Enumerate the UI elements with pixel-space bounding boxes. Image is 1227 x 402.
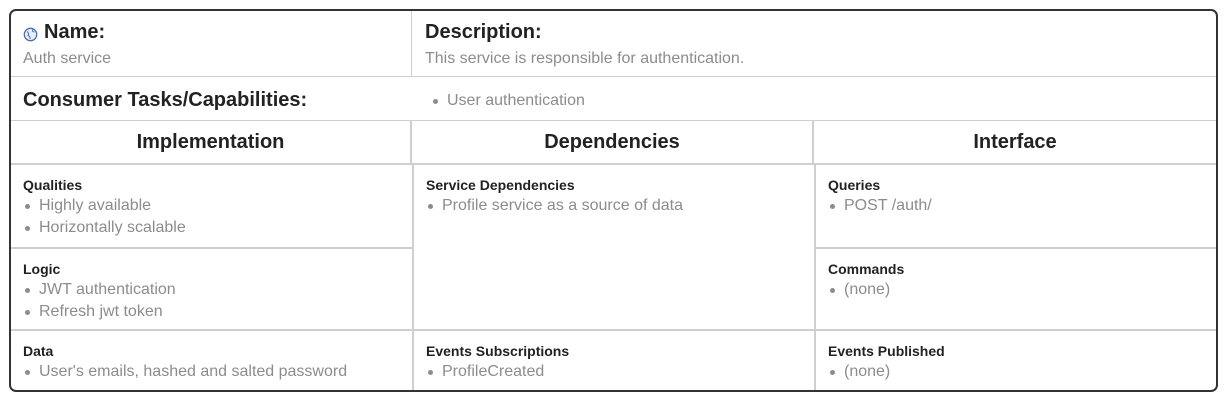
qualities-list: Highly available Horizontally scalable	[23, 195, 412, 239]
list-item: ProfileCreated	[426, 361, 814, 383]
column-headers-row: Implementation Dependencies Interface	[11, 121, 1216, 165]
name-heading: Name:	[23, 21, 411, 43]
events-subscriptions-section: Events Subscriptions ProfileCreated	[414, 331, 814, 390]
canvas-body: Qualities Highly available Horizontally …	[11, 165, 1216, 390]
section-title: Qualities	[23, 177, 83, 193]
data-list: User's emails, hashed and salted passwor…	[23, 361, 412, 383]
list-item: User authentication	[431, 90, 585, 112]
description-cell: Description: This service is responsible…	[412, 11, 1216, 77]
data-section: Data User's emails, hashed and salted pa…	[11, 331, 412, 390]
section-title: Events Subscriptions	[426, 343, 570, 359]
events-published-list: (none)	[828, 361, 1216, 383]
section-title: Data	[23, 343, 54, 359]
logic-list: JWT authentication Refresh jwt token	[23, 279, 412, 323]
implementation-header: Implementation	[11, 121, 412, 163]
section-title: Events Published	[828, 343, 945, 359]
section-title: Queries	[828, 177, 881, 193]
list-item: (none)	[828, 279, 1216, 301]
section-title: Service Dependencies	[426, 177, 575, 193]
list-item: POST /auth/	[828, 195, 1216, 217]
events-subscriptions-list: ProfileCreated	[426, 361, 814, 383]
list-item: JWT authentication	[23, 279, 412, 301]
name-description-row: Name: Auth service Description: This ser…	[11, 11, 1216, 77]
qualities-section: Qualities Highly available Horizontally …	[11, 165, 412, 247]
name-cell: Name: Auth service	[11, 11, 412, 77]
consumer-tasks-row: Consumer Tasks/Capabilities: User authen…	[11, 77, 1216, 121]
globe-icon	[23, 25, 38, 41]
commands-section: Commands (none)	[816, 249, 1216, 329]
service-canvas-card: Name: Auth service Description: This ser…	[9, 9, 1218, 392]
commands-list: (none)	[828, 279, 1216, 301]
name-value: Auth service	[23, 50, 112, 67]
list-item: Highly available	[23, 195, 412, 217]
interface-header: Interface	[973, 130, 1057, 153]
list-item: (none)	[828, 361, 1216, 383]
queries-list: POST /auth/	[828, 195, 1216, 217]
service-dependencies-list: Profile service as a source of data	[426, 195, 814, 217]
list-item: Profile service as a source of data	[426, 195, 814, 217]
service-dependencies-section: Service Dependencies Profile service as …	[414, 165, 814, 329]
consumer-tasks-list: User authentication	[431, 90, 585, 112]
events-published-section: Events Published (none)	[816, 331, 1216, 390]
logic-section: Logic JWT authentication Refresh jwt tok…	[11, 249, 412, 329]
list-item: Refresh jwt token	[23, 301, 412, 323]
name-label: Name:	[44, 21, 106, 43]
list-item: User's emails, hashed and salted passwor…	[23, 361, 412, 383]
queries-section: Queries POST /auth/	[816, 165, 1216, 247]
consumer-tasks-label: Consumer Tasks/Capabilities:	[23, 89, 308, 111]
section-title: Commands	[828, 261, 905, 277]
section-title: Logic	[23, 261, 61, 277]
list-item: Horizontally scalable	[23, 217, 412, 239]
dependencies-header: Dependencies	[412, 121, 814, 163]
description-label: Description:	[425, 21, 542, 43]
description-value: This service is responsible for authenti…	[425, 50, 745, 67]
